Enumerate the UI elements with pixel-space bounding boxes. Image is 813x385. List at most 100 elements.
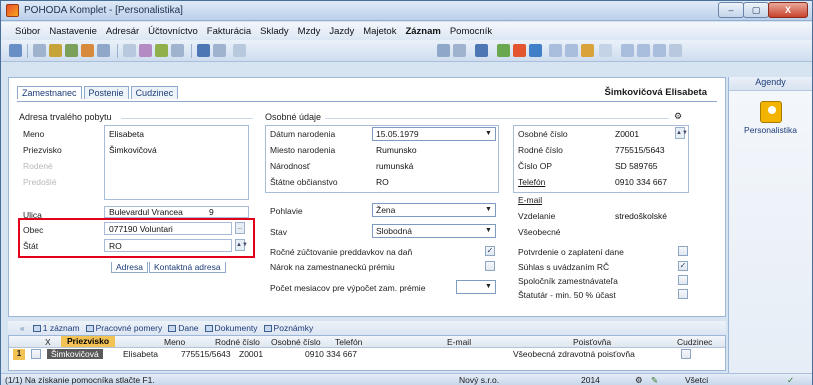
toolbar-barcode-icon[interactable] — [599, 44, 612, 57]
col-header-rodne-cislo[interactable]: Rodné číslo — [215, 337, 260, 347]
tab-zamestnanec[interactable]: Zamestnanec — [17, 86, 82, 99]
toolbar-edit-icon[interactable] — [139, 44, 152, 57]
status-settings-icon[interactable]: ⚙ — [635, 375, 643, 385]
toolbar-export-icon[interactable] — [65, 44, 78, 57]
subtab-adresa[interactable]: Adresa — [111, 262, 148, 273]
menu-nastavenie[interactable]: Nastavenie — [49, 26, 97, 37]
col-header-cudzinec[interactable]: Cudzinec — [677, 337, 712, 347]
toolbar-window-icon[interactable] — [621, 44, 634, 57]
dropdown-arrow-icon[interactable]: ▼ — [483, 205, 494, 215]
tab-cudzinec[interactable]: Cudzinec — [130, 86, 179, 99]
menu-zaznam[interactable]: Záznam — [405, 26, 440, 37]
row-checkbox[interactable] — [31, 349, 41, 359]
dropdown-arrow-icon[interactable]: ▼ — [483, 282, 494, 292]
menu-sklady[interactable]: Sklady — [260, 26, 289, 37]
settings-icon[interactable]: ⚙ — [674, 111, 682, 122]
toolbar-columns-icon[interactable] — [565, 44, 578, 57]
ulica-field[interactable]: Bulevardul Vrancea — [109, 207, 183, 217]
tab-pracovne-pomery[interactable]: Pracovné pomery — [85, 323, 162, 333]
minimize-button[interactable]: – — [718, 2, 744, 18]
col-header-priezvisko[interactable]: Priezvisko — [61, 336, 116, 347]
narodnost-field[interactable]: rumunská — [376, 161, 413, 171]
toolbar-report-icon[interactable] — [81, 44, 94, 57]
toolbar-nav-icon[interactable] — [529, 44, 542, 57]
osobne-cislo-spin[interactable]: ▲▼ — [675, 127, 688, 139]
menu-pomocnik[interactable]: Pomocník — [450, 26, 492, 37]
tab-poznamky[interactable]: Poznámky — [263, 323, 313, 333]
cell-poistovna[interactable]: Všeobecná zdravotná poisťovňa — [513, 349, 635, 359]
suhlas-checkbox[interactable]: ✓ — [678, 261, 688, 271]
table-row[interactable]: Šimkovičová Elisabeta 775515/5643 Z0001 … — [9, 349, 725, 360]
col-header-osobne-cislo[interactable]: Osobné číslo — [271, 337, 321, 347]
toolbar-table-icon[interactable] — [549, 44, 562, 57]
toolbar-home-icon[interactable] — [9, 44, 22, 57]
col-header-x[interactable]: X — [45, 337, 51, 347]
label-email[interactable]: E-mail — [518, 195, 542, 205]
cell-meno[interactable]: Elisabeta — [123, 349, 158, 359]
col-header-telefon[interactable]: Telefón — [335, 337, 362, 347]
menu-mzdy[interactable]: Mzdy — [298, 26, 321, 37]
dropdown-arrow-icon[interactable]: ▼ — [483, 129, 494, 139]
toolbar-email-icon[interactable] — [97, 44, 110, 57]
toolbar-sort-icon[interactable] — [453, 44, 466, 57]
potvrdenie-checkbox[interactable] — [678, 246, 688, 256]
cislo-field[interactable]: 9 — [209, 207, 214, 217]
obcianstvo-field[interactable]: RO — [376, 177, 389, 187]
toolbar-delete-icon[interactable] — [171, 44, 184, 57]
collapse-icon[interactable]: « — [20, 323, 25, 333]
toolbar-print-preview-icon[interactable] — [49, 44, 62, 57]
record-count[interactable]: 1 záznam — [32, 323, 80, 333]
cell-rodne-cislo[interactable]: 775515/5643 — [181, 349, 231, 359]
col-header-meno[interactable]: Meno — [164, 337, 185, 347]
cell-osobne-cislo[interactable]: Z0001 — [239, 349, 263, 359]
statutar-checkbox[interactable] — [678, 289, 688, 299]
miesto-field[interactable]: Rumunsko — [376, 145, 417, 155]
telefon-field[interactable]: 0910 334 667 — [615, 177, 667, 187]
vzdelanie-field[interactable]: stredoškolské — [615, 211, 667, 221]
col-header-poistovna[interactable]: Poisťovňa — [573, 337, 611, 347]
toolbar-list-icon[interactable] — [475, 44, 488, 57]
toolbar-filter-icon[interactable] — [437, 44, 450, 57]
close-button[interactable]: X — [768, 2, 808, 18]
toolbar-record-icon[interactable] — [513, 44, 526, 57]
menu-uctovnictvo[interactable]: Účtovníctvo — [148, 26, 198, 37]
narok-checkbox[interactable] — [485, 261, 495, 271]
toolbar-window2-icon[interactable] — [637, 44, 650, 57]
personalistika-icon[interactable] — [759, 101, 782, 123]
maximize-button[interactable]: ▢ — [743, 2, 769, 18]
menu-adresar[interactable]: Adresár — [106, 26, 139, 37]
rodne-cislo-field[interactable]: 775515/5643 — [615, 145, 665, 155]
pocet-mesiacov-select[interactable]: ▼ — [456, 280, 496, 294]
toolbar-window3-icon[interactable] — [653, 44, 666, 57]
toolbar-refresh-icon[interactable] — [497, 44, 510, 57]
dropdown-arrow-icon[interactable]: ▼ — [483, 226, 494, 236]
toolbar-cancel-icon[interactable] — [213, 44, 226, 57]
subtab-kontaktna-adresa[interactable]: Kontaktná adresa — [148, 262, 226, 273]
tab-dokumenty[interactable]: Dokumenty — [204, 323, 258, 333]
cell-cudzinec-checkbox[interactable] — [681, 349, 691, 359]
cell-priezvisko[interactable]: Šimkovičová — [47, 349, 103, 359]
status-edit-icon[interactable]: ✎ — [651, 375, 658, 385]
stav-select[interactable]: Slobodná ▼ — [372, 224, 496, 238]
meno-field[interactable]: Elisabeta — [109, 129, 144, 139]
cell-telefon[interactable]: 0910 334 667 — [305, 349, 357, 359]
menu-subor[interactable]: Súbor — [15, 26, 40, 37]
toolbar-people-icon[interactable] — [581, 44, 594, 57]
status-filter[interactable]: Všetci — [685, 375, 708, 385]
agenda-item-personalistika[interactable]: Personalistika — [729, 125, 812, 135]
datum-field[interactable]: 15.05.1979 ▼ — [372, 127, 496, 141]
osobne-cislo-field[interactable]: Z0001 — [615, 129, 639, 139]
menu-majetok[interactable]: Majetok — [363, 26, 396, 37]
priezvisko-field[interactable]: Šimkovičová — [109, 145, 157, 155]
cislo-op-field[interactable]: SD 589765 — [615, 161, 658, 171]
menu-jazdy[interactable]: Jazdy — [329, 26, 354, 37]
col-header-email[interactable]: E-mail — [447, 337, 471, 347]
menu-fakturacia[interactable]: Fakturácia — [207, 26, 251, 37]
rocne-zuctovanie-checkbox[interactable]: ✓ — [485, 246, 495, 256]
toolbar-print-icon[interactable] — [33, 44, 46, 57]
toolbar-copy-icon[interactable] — [233, 44, 246, 57]
spolocnik-checkbox[interactable] — [678, 275, 688, 285]
tab-dane[interactable]: Dane — [168, 323, 199, 333]
toolbar-save-icon[interactable] — [197, 44, 210, 57]
label-telefon[interactable]: Telefón — [518, 177, 545, 187]
